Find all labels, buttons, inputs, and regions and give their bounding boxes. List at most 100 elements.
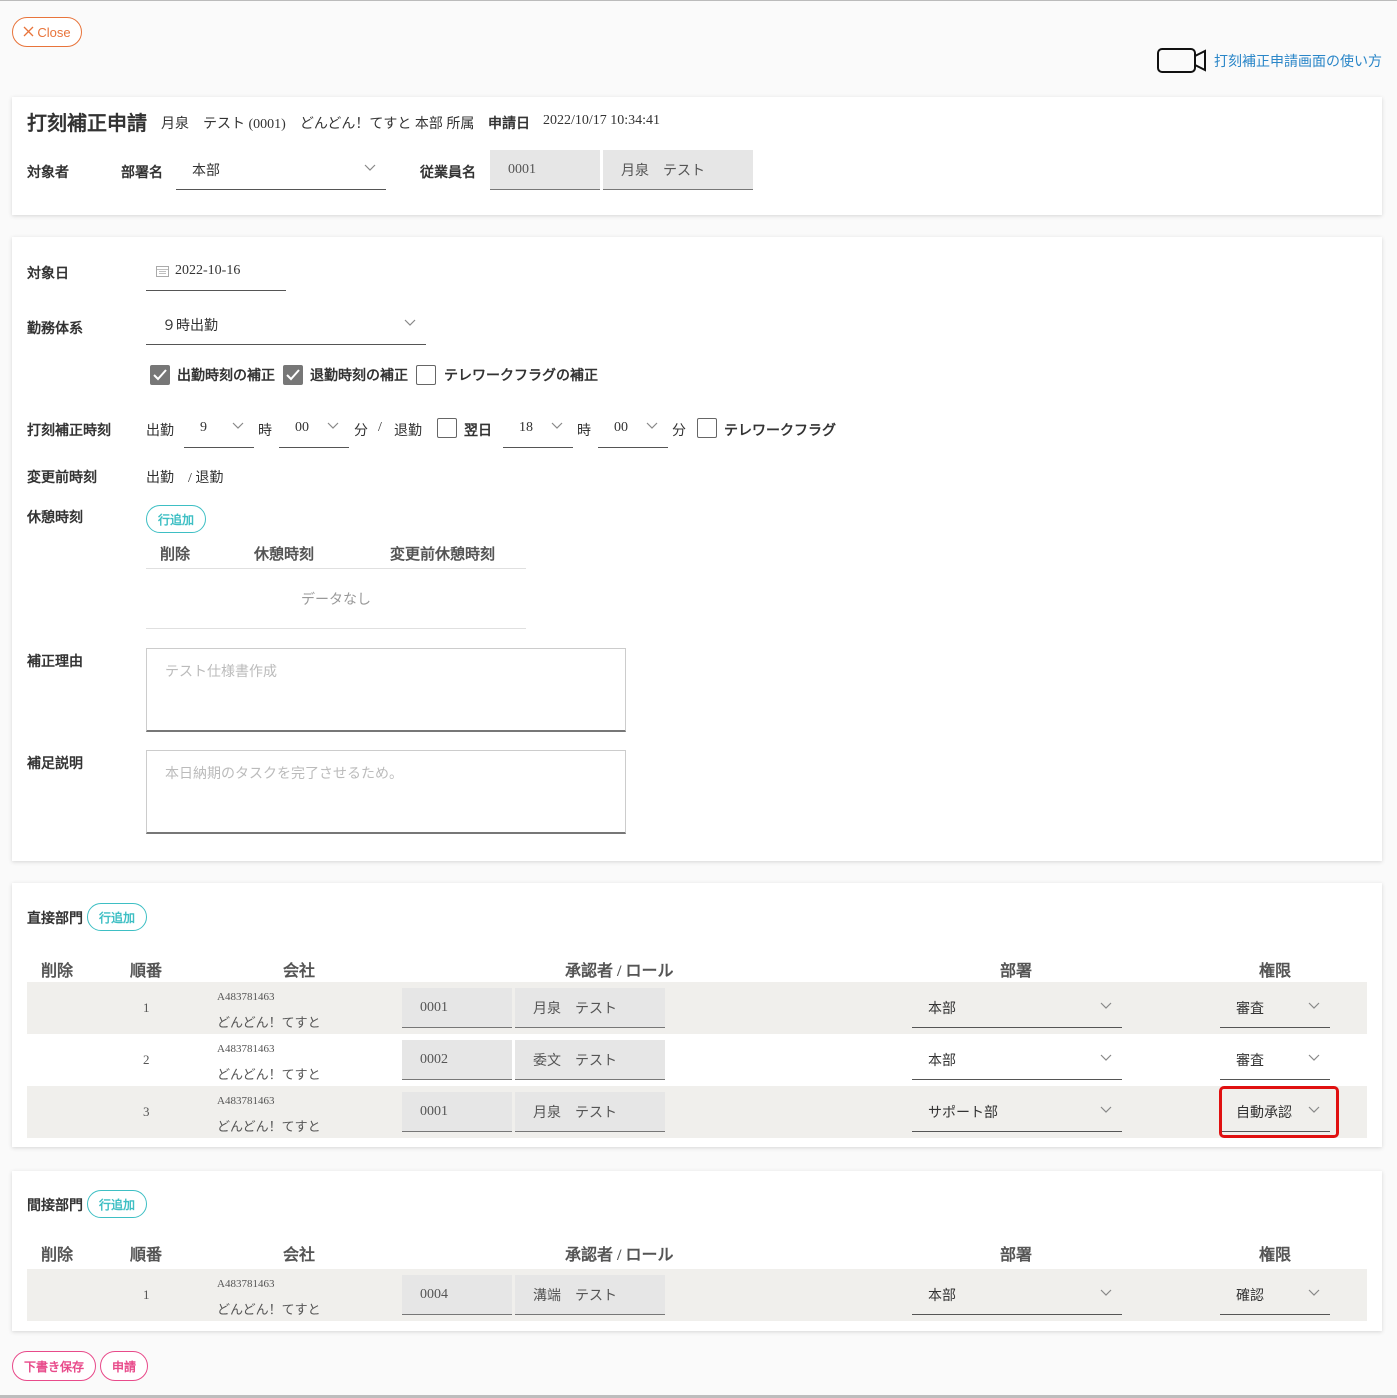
- row-company-code: A483781463: [217, 1095, 275, 1107]
- row-approver-code[interactable]: 0004: [402, 1275, 512, 1315]
- direct-dept-card: 直接部門 行追加 削除 順番 会社 承認者 / ロール 部署 権限 1 A483…: [12, 883, 1382, 1147]
- direct-col-delete: 削除: [41, 963, 74, 980]
- row-order: 3: [143, 1104, 150, 1119]
- chevron-down-icon: [1100, 1289, 1112, 1297]
- draft-save-button[interactable]: 下書き保存: [12, 1351, 96, 1381]
- applicant-info: 月泉 テスト (0001) どんどん！てすと 本部 所属: [161, 117, 475, 132]
- break-col-before: 変更前休憩時刻: [390, 547, 496, 563]
- row-approver-code[interactable]: 0002: [402, 1040, 512, 1080]
- date-label: 対象日: [27, 267, 69, 282]
- before-time-label: 変更前時刻: [27, 471, 97, 486]
- checkbox-next-day[interactable]: [437, 418, 457, 438]
- direct-add-row-button[interactable]: 行追加: [87, 903, 147, 931]
- break-add-row-button[interactable]: 行追加: [146, 505, 206, 533]
- chevron-down-icon: [1100, 1054, 1112, 1062]
- row-company: どんどん！てすと: [217, 1015, 321, 1030]
- slash: /: [378, 420, 382, 435]
- checkbox-out-correction[interactable]: [283, 365, 303, 385]
- row-role-select[interactable]: 審査: [1220, 988, 1330, 1028]
- dept-select[interactable]: 本部: [176, 150, 386, 190]
- chevron-down-icon: [1308, 1289, 1320, 1297]
- form-card: 対象日 2022-10-16 勤務体系 ９時出勤 出勤時刻の補正 退勤時刻の補正…: [12, 237, 1382, 861]
- indirect-dept-card: 間接部門 行追加 削除 順番 会社 承認者 / ロール 部署 権限 1 A483…: [12, 1171, 1382, 1331]
- chevron-down-icon: [364, 164, 376, 172]
- out-hour-select[interactable]: 18: [503, 408, 573, 448]
- row-approver-name[interactable]: 委文 テスト: [515, 1040, 665, 1080]
- note-textarea[interactable]: 本日納期のタスクを完了させるため。: [146, 750, 626, 834]
- row-approver-name[interactable]: 月泉 テスト: [515, 1092, 665, 1132]
- indirect-add-row-button[interactable]: 行追加: [87, 1190, 147, 1218]
- row-dept-value: 本部: [928, 1288, 956, 1304]
- in-min-value: 00: [295, 419, 309, 435]
- chevron-down-icon: [327, 422, 339, 430]
- chevron-down-icon: [1100, 1106, 1112, 1114]
- row-dept-select[interactable]: サポート部: [912, 1092, 1122, 1132]
- table-row: 1 A483781463 どんどん！てすと 0004 溝端 テスト 本部 確認: [27, 1269, 1367, 1321]
- hour-unit-out: 時: [577, 424, 591, 439]
- checkbox-telework-correction[interactable]: [416, 365, 436, 385]
- indirect-col-order: 順番: [130, 1247, 163, 1264]
- row-dept-value: 本部: [928, 1053, 956, 1069]
- row-dept-select[interactable]: 本部: [912, 1040, 1122, 1080]
- emp-name-field[interactable]: 月泉 テスト: [603, 150, 753, 190]
- out-min-value: 00: [614, 419, 628, 435]
- indirect-col-role: 権限: [1259, 1247, 1292, 1264]
- help-link-label: 打刻補正申請画面の使い方: [1214, 55, 1382, 70]
- in-hour-select[interactable]: 9: [184, 408, 254, 448]
- submit-button[interactable]: 申請: [100, 1351, 148, 1381]
- indirect-col-approver: 承認者 / ロール: [565, 1247, 674, 1264]
- correction-time-label: 打刻補正時刻: [27, 424, 111, 439]
- indirect-col-delete: 削除: [41, 1247, 74, 1264]
- row-company: どんどん！てすと: [217, 1067, 321, 1082]
- reason-label: 補正理由: [27, 655, 83, 670]
- chevron-down-icon: [551, 422, 563, 430]
- help-video-link[interactable]: 打刻補正申請画面の使い方: [1156, 47, 1382, 75]
- close-button[interactable]: Close: [12, 17, 82, 47]
- chevron-down-icon: [1100, 1002, 1112, 1010]
- row-order: 1: [143, 1287, 150, 1302]
- chevron-down-icon: [1308, 1054, 1320, 1062]
- work-system-label: 勤務体系: [27, 322, 83, 337]
- row-approver-name[interactable]: 溝端 テスト: [515, 1275, 665, 1315]
- emp-label: 従業員名: [420, 166, 476, 181]
- out-min-select[interactable]: 00: [598, 408, 668, 448]
- row-company-code: A483781463: [217, 1278, 275, 1290]
- row-approver-name[interactable]: 月泉 テスト: [515, 988, 665, 1028]
- calendar-icon: [156, 265, 169, 277]
- video-camera-icon: [1156, 47, 1210, 75]
- apply-date-label: 申請日: [488, 117, 530, 132]
- check-label-telework: テレワークフラグの補正: [444, 369, 598, 384]
- in-min-select[interactable]: 00: [279, 408, 349, 448]
- row-role-value: 審査: [1236, 1053, 1264, 1069]
- row-approver-code[interactable]: 0001: [402, 1092, 512, 1132]
- direct-col-approver: 承認者 / ロール: [565, 963, 674, 980]
- check-label-in: 出勤時刻の補正: [177, 369, 275, 384]
- direct-col-role: 権限: [1259, 963, 1292, 980]
- role-highlight-box: [1219, 1086, 1339, 1138]
- emp-code-field[interactable]: 0001: [490, 150, 600, 190]
- row-role-select[interactable]: 審査: [1220, 1040, 1330, 1080]
- out-hour-value: 18: [519, 419, 533, 435]
- checkbox-telework[interactable]: [697, 418, 717, 438]
- hour-unit: 時: [258, 424, 272, 439]
- row-role-select[interactable]: 確認: [1220, 1275, 1330, 1315]
- row-order: 2: [143, 1052, 150, 1067]
- apply-date-value: 2022/10/17 10:34:41: [543, 113, 661, 128]
- row-role-value: 確認: [1236, 1288, 1264, 1304]
- indirect-col-dept: 部署: [1000, 1247, 1033, 1264]
- row-dept-select[interactable]: 本部: [912, 988, 1122, 1028]
- page-title: 打刻補正申請: [27, 113, 147, 135]
- reason-textarea[interactable]: テスト仕様書作成: [146, 648, 626, 732]
- checkbox-in-correction[interactable]: [150, 365, 170, 385]
- table-row: 3 A483781463 どんどん！てすと 0001 月泉 テスト サポート部 …: [27, 1086, 1367, 1138]
- date-field[interactable]: 2022-10-16: [146, 251, 286, 291]
- row-company: どんどん！てすと: [217, 1119, 321, 1134]
- direct-col-company: 会社: [283, 963, 316, 980]
- chevron-down-icon: [646, 422, 658, 430]
- row-dept-select[interactable]: 本部: [912, 1275, 1122, 1315]
- check-label-out: 退勤時刻の補正: [310, 369, 408, 384]
- row-dept-value: サポート部: [928, 1105, 998, 1121]
- row-approver-code[interactable]: 0001: [402, 988, 512, 1028]
- direct-col-dept: 部署: [1000, 963, 1033, 980]
- work-system-select[interactable]: ９時出勤: [146, 305, 426, 345]
